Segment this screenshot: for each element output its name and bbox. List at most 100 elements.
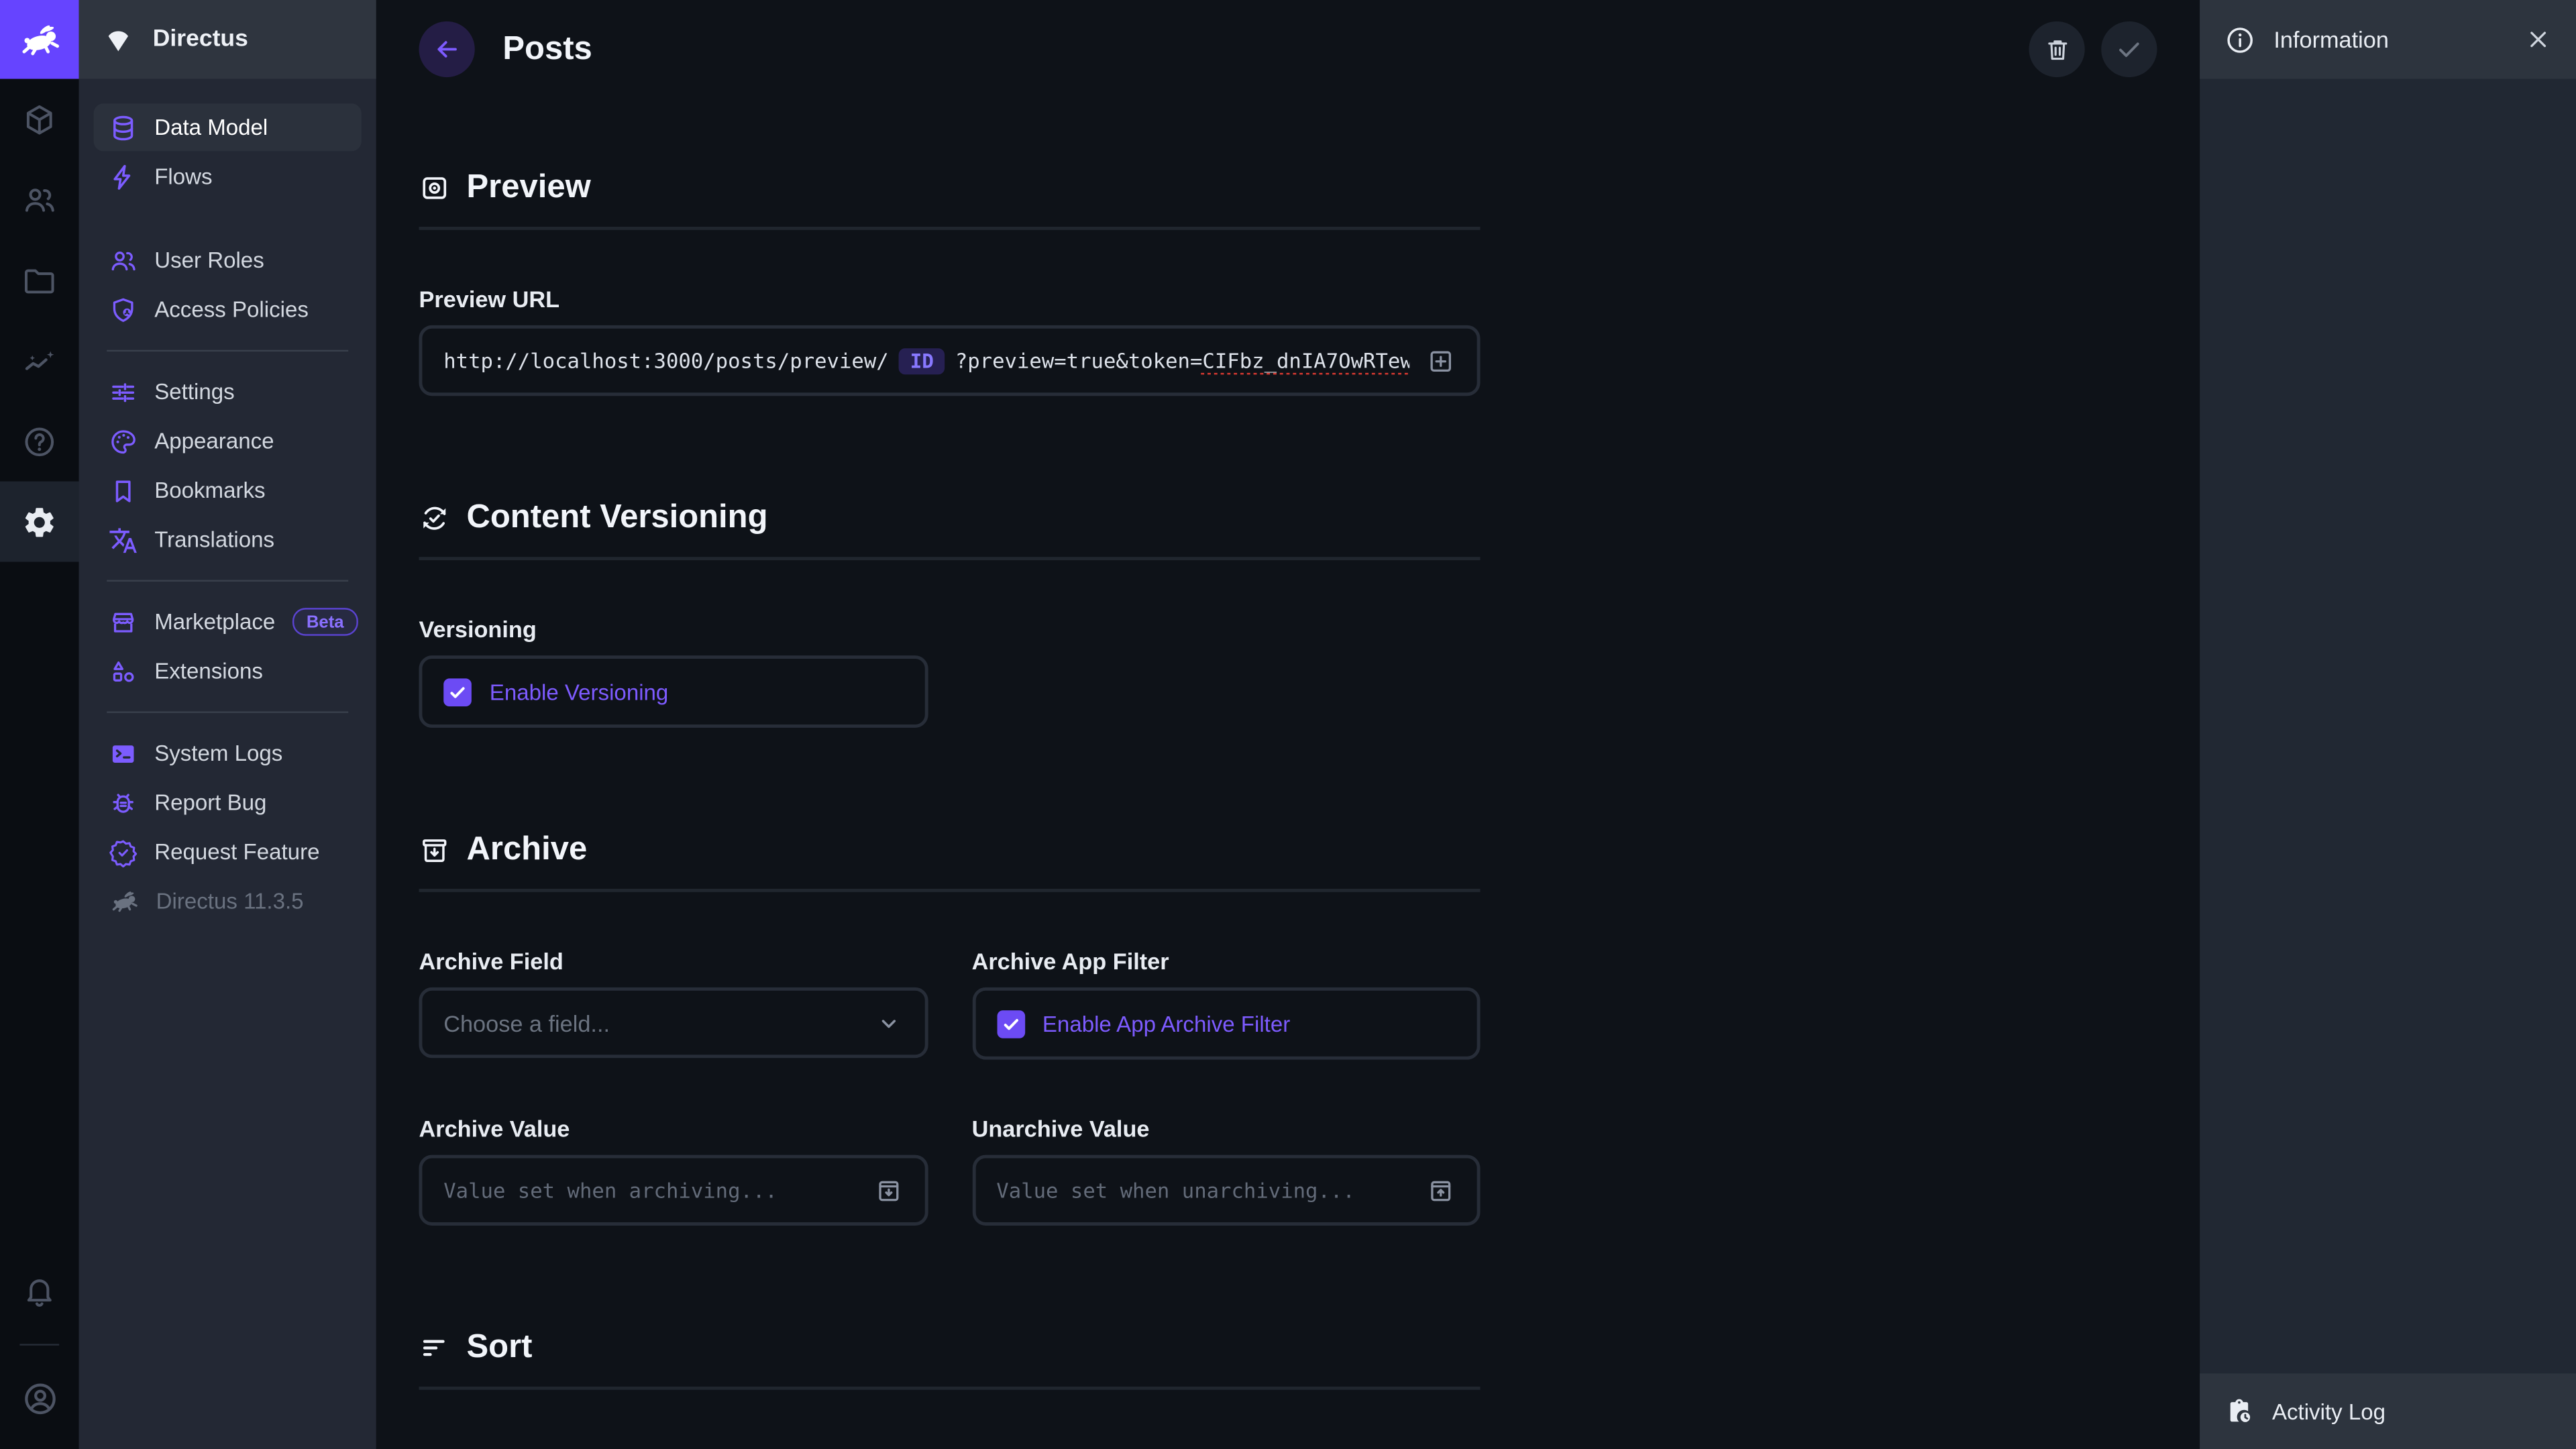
archive-app-filter-label: Archive App Filter (972, 948, 1481, 974)
select-placeholder: Choose a field... (443, 1010, 857, 1036)
url-query: ?preview=true&token= (955, 347, 1203, 372)
close-sidebar-button[interactable] (2525, 26, 2551, 52)
archive-field-column: Archive Field Choose a field... (419, 892, 927, 1060)
id-chip: ID (898, 347, 945, 374)
section-sort: Sort Sort Field (419, 1329, 1480, 1449)
section-divider (419, 227, 1480, 230)
archive-up-icon (1426, 1175, 1456, 1205)
preview-url-label: Preview URL (419, 286, 1480, 312)
sidebar-item-appearance[interactable]: Appearance (94, 417, 362, 465)
beta-badge: Beta (292, 608, 359, 636)
terminal-icon (109, 739, 138, 768)
activity-log-label: Activity Log (2272, 1399, 2385, 1424)
archive-down-icon (873, 1175, 903, 1205)
nav-divider (107, 580, 348, 581)
module-settings[interactable] (0, 482, 79, 562)
trash-icon (2043, 36, 2071, 64)
avatar-icon (21, 1380, 58, 1417)
save-button[interactable] (2101, 21, 2157, 77)
unarchive-value-input[interactable] (996, 1178, 1409, 1203)
sync-check-icon (419, 502, 450, 534)
sidebar-item-label: Settings (154, 380, 234, 405)
project-chooser[interactable]: Directus (79, 0, 376, 79)
bookmark-icon (109, 476, 138, 505)
sidebar-item-marketplace[interactable]: Marketplace Beta (94, 598, 362, 645)
section-sort-title: Sort (419, 1329, 1480, 1366)
sidebar-item-system-logs[interactable]: System Logs (94, 729, 362, 777)
module-file-library[interactable] (0, 240, 79, 321)
checkbox-checked-icon (996, 1010, 1024, 1038)
sidebar-item-label: Extensions (154, 659, 263, 684)
user-menu-button[interactable] (0, 1358, 79, 1439)
archive-value-label: Archive Value (419, 1116, 927, 1142)
enable-versioning-checkbox[interactable]: Enable Versioning (419, 655, 927, 728)
shapes-icon (109, 656, 138, 686)
chevron-down-icon (873, 1008, 903, 1037)
collection-settings-form: Preview Preview URL http://localhost:300… (376, 99, 1523, 1449)
archive-icon (419, 835, 450, 866)
people-icon (109, 246, 138, 275)
module-insights[interactable] (0, 321, 79, 401)
sidebar-item-data-model[interactable]: Data Model (94, 103, 362, 151)
help-icon (21, 423, 58, 460)
nav-items: Data Model Flows User Roles Access Polic… (79, 79, 376, 927)
archive-value-field (419, 1155, 927, 1226)
sidebar-item-access-policies[interactable]: Access Policies (94, 286, 362, 333)
delete-collection-button[interactable] (2029, 21, 2084, 77)
info-sidebar-body (2200, 79, 2576, 1374)
sidebar-item-label: Data Model (154, 115, 268, 140)
sidebar-item-translations[interactable]: Translations (94, 516, 362, 564)
notifications-button[interactable] (0, 1250, 79, 1331)
page-header: Posts (376, 0, 2200, 99)
preview-icon (419, 172, 450, 204)
preview-url-field[interactable]: http://localhost:3000/posts/preview/ID ?p… (419, 325, 1480, 396)
section-divider (419, 1387, 1480, 1390)
module-bar-divider (19, 1344, 59, 1345)
section-archive-title: Archive (419, 831, 1480, 869)
back-button[interactable] (419, 21, 474, 77)
insights-icon (21, 343, 58, 379)
section-heading-text: Sort (467, 1329, 533, 1366)
add-variable-icon[interactable] (1426, 346, 1456, 376)
nav-divider (107, 711, 348, 712)
sort-field-label: Sort Field (419, 1446, 1480, 1449)
sidebar-item-label: Flows (154, 164, 212, 189)
module-user-directory[interactable] (0, 160, 79, 240)
section-archive: Archive Archive Field Choose a field... … (419, 831, 1480, 1226)
module-content[interactable] (0, 79, 79, 160)
unarchive-value-label: Unarchive Value (972, 1116, 1481, 1142)
sidebar-item-label: User Roles (154, 248, 264, 273)
sidebar-item-flows[interactable]: Flows (94, 153, 362, 201)
sidebar-item-bookmarks[interactable]: Bookmarks (94, 467, 362, 515)
info-sidebar-header: Information (2200, 0, 2576, 79)
url-prefix: http://localhost:3000/posts/preview/ (443, 347, 889, 372)
page-title: Posts (502, 30, 592, 68)
directus-version: Directus 11.3.5 (94, 877, 362, 925)
archive-value-input[interactable] (443, 1178, 857, 1203)
sidebar-item-settings[interactable]: Settings (94, 368, 362, 416)
module-help[interactable] (0, 401, 79, 482)
checkbox-checked-icon (443, 678, 472, 706)
info-title: Information (2273, 26, 2389, 52)
sidebar-item-label: Marketplace (154, 610, 275, 635)
section-heading-text: Content Versioning (467, 499, 768, 537)
verified-badge-icon (109, 837, 138, 867)
sidebar-item-user-roles[interactable]: User Roles (94, 237, 362, 284)
archive-field-select[interactable]: Choose a field... (419, 987, 927, 1058)
enable-app-archive-filter-checkbox[interactable]: Enable App Archive Filter (972, 987, 1481, 1060)
section-preview: Preview Preview URL http://localhost:300… (419, 169, 1480, 396)
activity-log-button[interactable]: Activity Log (2200, 1373, 2576, 1449)
palette-icon (109, 427, 138, 456)
sidebar-item-request-feature[interactable]: Request Feature (94, 828, 362, 875)
preview-url-value: http://localhost:3000/posts/preview/ID ?p… (443, 347, 1409, 374)
archive-app-filter-column: Archive App Filter Enable App Archive Fi… (972, 892, 1481, 1060)
module-bar (0, 0, 79, 1449)
checkbox-label: Enable Versioning (490, 680, 669, 704)
sidebar-item-extensions[interactable]: Extensions (94, 647, 362, 695)
sidebar-item-report-bug[interactable]: Report Bug (94, 779, 362, 826)
shield-person-icon (109, 295, 138, 325)
directus-logo-button[interactable] (0, 0, 79, 79)
section-versioning-title: Content Versioning (419, 499, 1480, 537)
unarchive-value-column: Unarchive Value (972, 1060, 1481, 1226)
version-label: Directus 11.3.5 (156, 889, 304, 914)
